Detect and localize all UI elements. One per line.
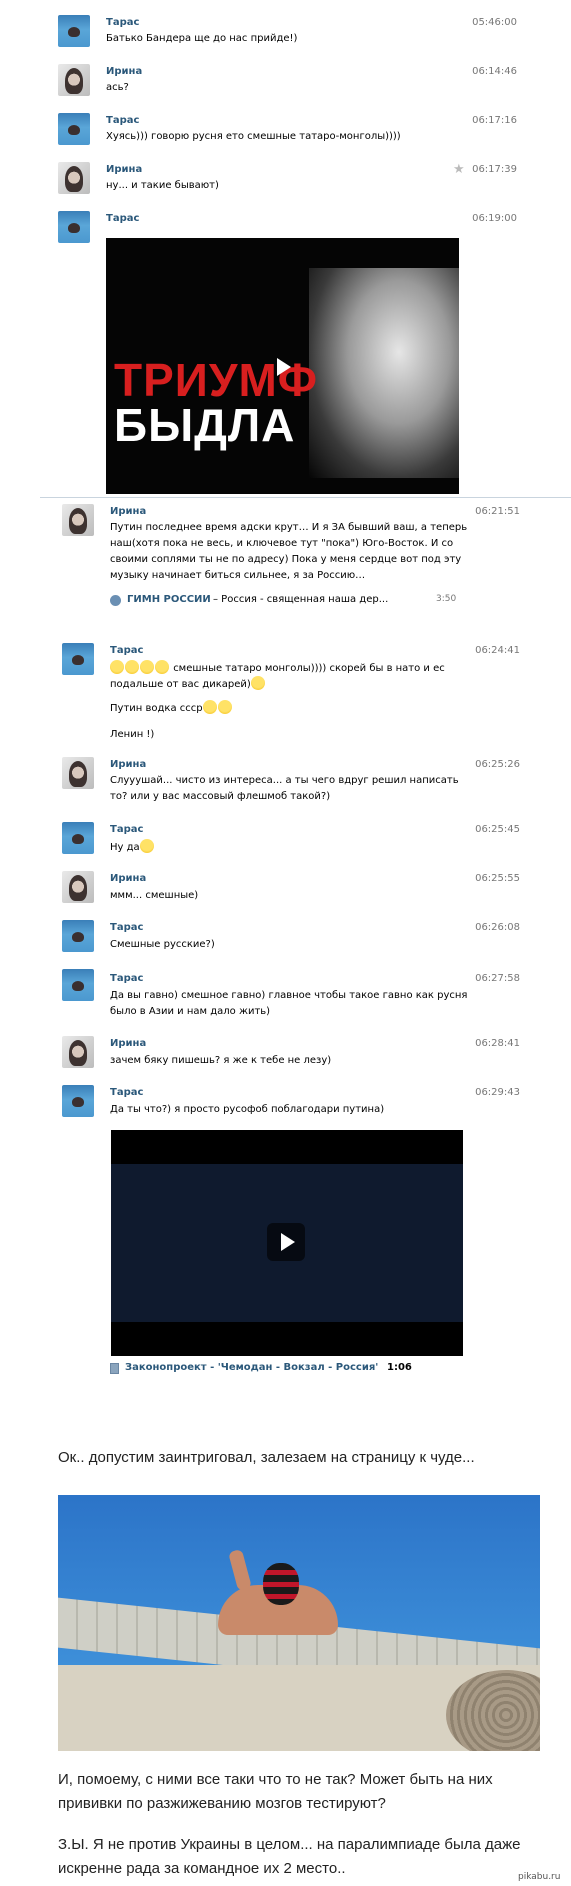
timestamp: 06:24:41	[475, 645, 520, 656]
sender-name[interactable]: Ирина	[110, 506, 146, 517]
blog-paragraph: З.Ы. Я не против Украины в целом... на п…	[58, 1836, 521, 1853]
message-text-part: Ну да	[110, 842, 140, 853]
avatar-taras[interactable]	[62, 969, 94, 1001]
timestamp: 06:19:00	[472, 213, 517, 224]
timestamp: 06:25:55	[475, 873, 520, 884]
message-text: Ну да	[110, 839, 155, 856]
sender-name[interactable]: Ирина	[106, 66, 142, 77]
blog-paragraph: Ок.. допустим заинтриговал, залезаем на …	[58, 1449, 475, 1466]
pool-photo	[58, 1495, 540, 1751]
video-player[interactable]	[111, 1130, 463, 1356]
timestamp: 06:21:51	[475, 506, 520, 517]
sender-name[interactable]: Ирина	[110, 759, 146, 770]
play-icon[interactable]	[267, 1223, 305, 1261]
sender-name[interactable]: Тарас	[110, 973, 143, 984]
video-title-line2: БЫДЛА	[114, 399, 296, 451]
message-text: смешные татаро монголы)))) скорей бы в н…	[110, 660, 445, 677]
raised-hand	[228, 1548, 252, 1592]
message-text: подальше от вас дикарей)	[110, 676, 266, 693]
sender-name[interactable]: Ирина	[106, 164, 142, 175]
sender-name[interactable]: Тарас	[106, 115, 139, 126]
message-text: Путин водка ссср	[110, 700, 233, 717]
watermark: pikabu.ru	[518, 1872, 561, 1882]
blog-paragraph: прививки по разжижеванию мозгов тестирую…	[58, 1795, 386, 1812]
sender-name[interactable]: Ирина	[110, 1038, 146, 1049]
message-text: Да вы гавно) смешное гавно) главное чтоб…	[110, 990, 468, 1001]
message-text: музыку начинает биться сильнее, я за Рос…	[110, 570, 366, 581]
message-text: наш(хотя пока не весь, и ключевое тут "п…	[110, 538, 454, 549]
sender-name[interactable]: Тарас	[110, 922, 143, 933]
message-text: Ленин !)	[110, 729, 155, 740]
video-player[interactable]: ТРИУМФ БЫДЛА	[106, 238, 459, 494]
timestamp: 06:25:26	[475, 759, 520, 770]
avatar-taras[interactable]	[62, 643, 94, 675]
avatar-irina[interactable]	[62, 1036, 94, 1068]
film-icon	[110, 1363, 119, 1374]
avatar-irina[interactable]	[58, 162, 90, 194]
play-icon[interactable]	[263, 348, 301, 386]
message-text: Путин последнее время адски крут… И я ЗА…	[110, 522, 468, 533]
avatar-taras[interactable]	[58, 211, 90, 243]
laughing-emoji-icon	[140, 660, 154, 674]
message-text: Слууушай... чисто из интереса... а ты че…	[110, 775, 459, 786]
message-text: Смешные русские?)	[110, 939, 215, 950]
message-text: ммм... смешные)	[110, 890, 199, 901]
video-duration: 1:06	[387, 1362, 412, 1373]
sender-name[interactable]: Тарас	[106, 17, 139, 28]
balaclava	[263, 1563, 299, 1605]
audio-attachment[interactable]: ГИМН РОССИИ – Россия - священная наша де…	[110, 593, 460, 609]
laughing-emoji-icon	[125, 660, 139, 674]
laughing-emoji-icon	[202, 700, 217, 714]
avatar-irina[interactable]	[62, 871, 94, 903]
avatar-irina[interactable]	[58, 64, 90, 96]
message-text: зачем бяку пишешь? я же к тебе не лезу)	[110, 1055, 332, 1066]
avatar-taras[interactable]	[58, 15, 90, 47]
message-text-part: смешные татаро монголы)))) скорей бы в н…	[173, 663, 445, 674]
sender-name[interactable]: Тарас	[110, 1087, 143, 1098]
message-text: было в Азии и нам дало жить)	[110, 1006, 271, 1017]
laughing-emoji-icon	[217, 700, 232, 714]
blog-paragraph: И, помоему, с ними все таки что то не та…	[58, 1771, 493, 1788]
timestamp: 06:29:43	[475, 1087, 520, 1098]
face-image	[309, 268, 459, 478]
avatar-irina[interactable]	[62, 504, 94, 536]
timestamp: 06:14:46	[472, 66, 517, 77]
timestamp: 06:27:58	[475, 973, 520, 984]
timestamp: 06:17:16	[472, 115, 517, 126]
smile-emoji-icon	[250, 676, 265, 690]
timestamp: 06:25:45	[475, 824, 520, 835]
avatar-taras[interactable]	[58, 113, 90, 145]
video-caption-title[interactable]: Законопроект - 'Чемодан - Вокзал - Росси…	[125, 1362, 378, 1373]
avatar-taras[interactable]	[62, 822, 94, 854]
timestamp: 06:28:41	[475, 1038, 520, 1049]
sender-name[interactable]: Ирина	[110, 873, 146, 884]
message-text: Батько Бандера ще до нас прийде!)	[106, 33, 298, 44]
avatar-taras[interactable]	[62, 920, 94, 952]
timestamp: 06:17:39	[472, 164, 517, 175]
avatar-taras[interactable]	[62, 1085, 94, 1117]
message-text: своими соплями ты не по адресу) Пока у м…	[110, 554, 462, 565]
message-text: то? или у вас массовый флешмоб такой?)	[110, 791, 331, 802]
audio-subtitle: – Россия - священная наша дер...	[213, 594, 389, 605]
blog-paragraph: искренне рада за командное их 2 место..	[58, 1860, 346, 1877]
message-text-part: Путин водка ссср	[110, 703, 203, 714]
sender-name[interactable]: Тарас	[110, 824, 143, 835]
message-text: ну... и такие бывают)	[106, 180, 219, 191]
timestamp: 05:46:00	[472, 17, 517, 28]
message-text: Да ты что?) я просто русофоб поблагодари…	[110, 1104, 385, 1115]
divider	[40, 497, 571, 498]
message-text: ась?	[106, 82, 129, 93]
sender-name[interactable]: Тарас	[106, 213, 139, 224]
laughing-emoji-icon	[110, 660, 124, 674]
audio-title[interactable]: ГИМН РОССИИ	[127, 594, 211, 605]
message-text: Хуясь))) говорю русня ето смешные татаро…	[106, 131, 401, 142]
laughing-emoji-icon	[155, 660, 169, 674]
tongue-emoji-icon	[139, 839, 154, 853]
audio-duration: 3:50	[436, 594, 457, 604]
audio-play-icon[interactable]	[110, 595, 121, 606]
avatar-irina[interactable]	[62, 757, 94, 789]
timestamp: 06:26:08	[475, 922, 520, 933]
sender-name[interactable]: Тарас	[110, 645, 143, 656]
message-text-part: подальше от вас дикарей)	[110, 679, 251, 690]
